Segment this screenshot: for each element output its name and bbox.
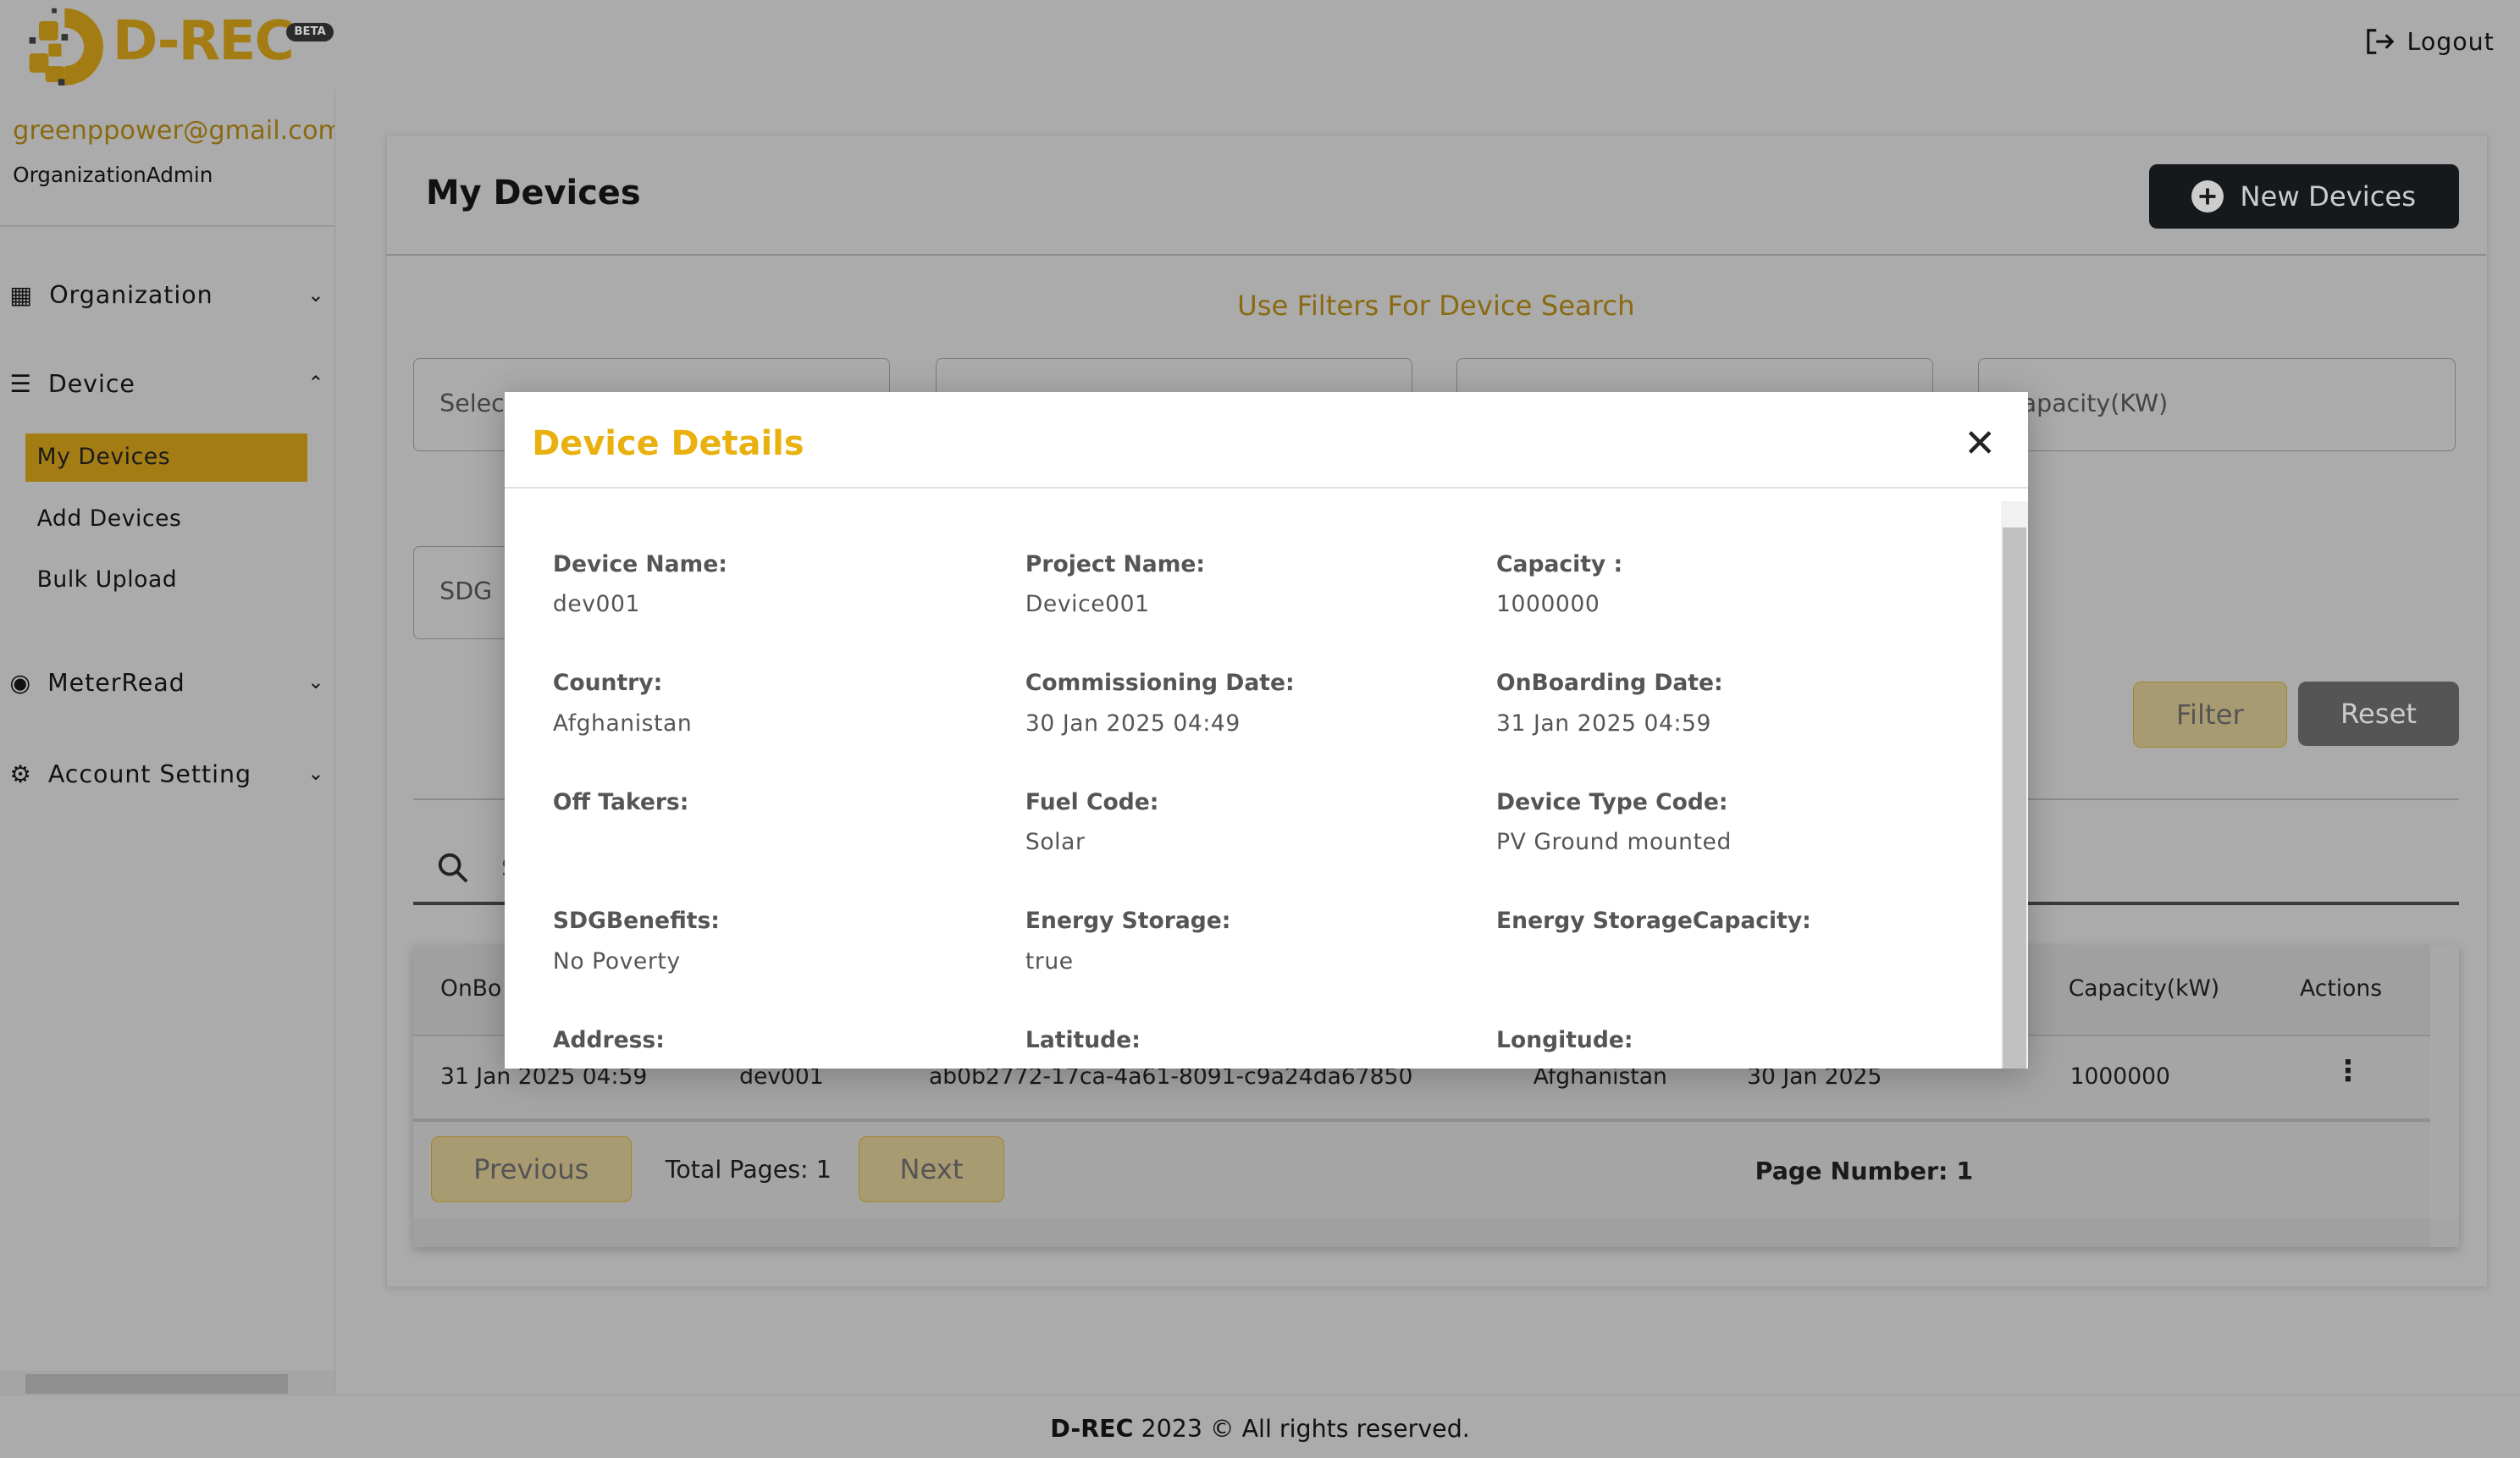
field-value: 31 Jan 2025 04:59 [1496, 710, 1711, 737]
modal-title: Device Details [532, 424, 804, 464]
user-role: OrganizationAdmin [13, 162, 213, 187]
column-header-capacity: Capacity(kW) [2068, 975, 2220, 1002]
user-gear-icon: ⚙ [9, 759, 32, 788]
field-value: true [1025, 947, 1074, 975]
field-label: Latitude: [1025, 1026, 1141, 1053]
scrollbar-thumb[interactable] [25, 1373, 288, 1394]
field-label: Off Takers: [552, 788, 689, 815]
field-label: OnBoarding Date: [1496, 670, 1723, 697]
sidebar-item-device[interactable]: ☰ Device ⌃ [9, 370, 324, 398]
total-pages: Total Pages: 1 [665, 1155, 832, 1184]
filter-button[interactable]: Filter [2132, 681, 2287, 748]
page-number-label: Page Number: [1755, 1157, 1948, 1185]
beta-badge: BETA [285, 22, 334, 42]
sidebar-item-organization[interactable]: ▦ Organization ⌄ [9, 281, 324, 309]
plus-circle-icon [2191, 179, 2224, 213]
chevron-down-icon: ⌄ [307, 284, 325, 307]
sidebar-item-label: Organization [49, 281, 213, 310]
page-number: Page Number: 1 [1755, 1157, 1974, 1185]
close-icon[interactable]: ✕ [1964, 421, 1996, 466]
field-label: Capacity : [1496, 551, 1623, 577]
field-value: No Poverty [552, 947, 681, 975]
sidebar-item-label: MeterRead [47, 668, 185, 697]
device-icon: ☰ [9, 369, 32, 398]
next-button[interactable]: Next [858, 1135, 1005, 1202]
more-vertical-icon[interactable]: ⋮ [2334, 1054, 2362, 1088]
chevron-up-icon: ⌃ [307, 373, 325, 395]
logout-label: Logout [2407, 27, 2495, 56]
field-label: Energy Storage: [1025, 908, 1231, 935]
field-label: Device Name: [552, 551, 727, 577]
logout-button[interactable]: Logout [2365, 27, 2495, 56]
field-label: Project Name: [1025, 551, 1206, 577]
search-icon [439, 853, 468, 883]
new-devices-label: New Devices [2240, 179, 2417, 213]
field-value: Device001 [1025, 591, 1150, 618]
field-label: Commissioning Date: [1025, 670, 1295, 697]
field-label: Device Type Code: [1496, 788, 1728, 815]
modal-scrollbar-thumb[interactable] [2002, 527, 2027, 1069]
top-bar [0, 0, 2520, 91]
field-label: Energy StorageCapacity: [1496, 908, 1811, 935]
sidebar-item-my-devices[interactable]: My Devices [25, 434, 307, 483]
building-icon: ▦ [9, 281, 34, 310]
d-rec-logo-icon [29, 8, 103, 86]
field-value: 30 Jan 2025 04:49 [1025, 710, 1241, 737]
divider [385, 253, 2487, 256]
field-value: Afghanistan [552, 710, 693, 737]
field-label: Longitude: [1496, 1026, 1633, 1053]
sidebar-item-account-setting[interactable]: ⚙ Account Setting ⌄ [9, 760, 324, 788]
column-header-actions: Actions [2300, 975, 2383, 1002]
sidebar-item-label: Account Setting [47, 759, 251, 788]
logout-icon [2367, 29, 2395, 55]
field-label: Country: [552, 670, 663, 697]
sidebar-item-label: Device [47, 369, 135, 398]
sidebar-item-bulk-upload[interactable]: Bulk Upload [25, 556, 307, 605]
new-devices-button[interactable]: New Devices [2148, 163, 2459, 229]
field-value: dev001 [552, 591, 640, 618]
field-label: Address: [552, 1026, 665, 1053]
capacity-filter-input[interactable]: Capacity(KW) [1978, 358, 2456, 452]
device-details-modal: Device Details ✕ Device Name: dev001 Proje… [504, 392, 2029, 1069]
chevron-down-icon: ⌄ [307, 763, 325, 786]
table-vertical-scrollbar[interactable] [2429, 945, 2459, 1218]
sidebar-item-meterread[interactable]: ◉ MeterRead ⌄ [9, 669, 324, 697]
table-cell: 1000000 [2070, 1063, 2170, 1091]
page-number-value: 1 [1956, 1157, 1974, 1185]
meter-icon: ◉ [9, 668, 32, 697]
field-value: 1000000 [1496, 591, 1600, 618]
brand-name: D-REC [112, 9, 295, 74]
user-email: greenppower@gmail.com [13, 115, 334, 146]
field-label: SDGBenefits: [552, 908, 720, 935]
footer: D-REC 2023 © All rights reserved. [0, 1394, 2520, 1458]
field-value: Solar [1025, 829, 1086, 856]
field-value: PV Ground mounted [1496, 829, 1732, 856]
column-header-onboarding: OnBo [440, 975, 502, 1002]
filters-heading: Use Filters For Device Search [1237, 289, 1635, 322]
chevron-down-icon: ⌄ [307, 671, 325, 694]
reset-button[interactable]: Reset [2298, 681, 2459, 746]
table-horizontal-scrollbar[interactable] [412, 1218, 2430, 1247]
footer-brand: D-REC [1050, 1415, 1134, 1444]
previous-button[interactable]: Previous [430, 1135, 632, 1202]
divider [0, 224, 334, 227]
page-title: My Devices [425, 173, 641, 213]
divider [504, 487, 2029, 489]
divider [412, 1118, 2430, 1122]
field-label: Fuel Code: [1025, 788, 1159, 815]
footer-text: 2023 © All rights reserved. [1133, 1415, 1470, 1444]
sidebar-item-add-devices[interactable]: Add Devices [25, 495, 307, 544]
